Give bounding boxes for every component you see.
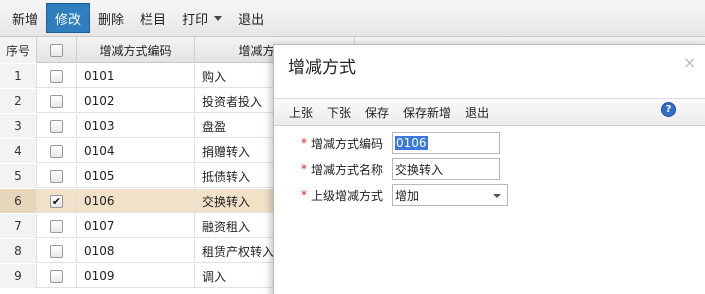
row-checkbox-cell — [37, 114, 77, 138]
dialog-toolbar: 上张 下张 保存 保存新增 退出 — [274, 98, 705, 126]
row-code: 0101 — [77, 64, 195, 88]
print-button[interactable]: 打印 — [174, 3, 230, 33]
parent-label: 上级增减方式 — [311, 188, 384, 203]
code-row: * 增减方式编码 0106 — [274, 132, 500, 154]
name-row: * 增减方式名称 交换转入 — [274, 158, 500, 180]
row-code: 0104 — [77, 139, 195, 163]
parent-value: 增加 — [395, 188, 420, 203]
row-checkbox[interactable]: ✔ — [50, 194, 63, 208]
row-code: 0107 — [77, 214, 195, 238]
prev-record-button[interactable]: 上张 — [282, 104, 320, 121]
exit-button[interactable]: 退出 — [230, 3, 272, 33]
row-checkbox-cell: ✔ — [37, 189, 77, 213]
row-index: 4 — [0, 139, 37, 163]
edit-dialog: 增减方式 × 上张 下张 保存 保存新增 退出 ? * 增减方式编码 0106 … — [273, 44, 705, 294]
save-button[interactable]: 保存 — [358, 104, 396, 121]
row-checkbox-cell — [37, 264, 77, 288]
parent-select[interactable]: 增加 — [392, 184, 508, 206]
row-checkbox-cell — [37, 164, 77, 188]
row-checkbox[interactable] — [50, 219, 63, 233]
row-checkbox-cell — [37, 89, 77, 113]
add-button[interactable]: 新增 — [4, 3, 46, 33]
print-label: 打印 — [182, 12, 209, 28]
row-checkbox[interactable] — [50, 269, 63, 283]
required-mark: * — [301, 162, 307, 176]
required-mark: * — [301, 188, 307, 202]
chevron-down-icon — [214, 15, 223, 21]
row-checkbox[interactable] — [50, 244, 63, 258]
row-index: 8 — [0, 239, 37, 263]
row-code: 0103 — [77, 114, 195, 138]
name-value: 交换转入 — [395, 162, 444, 177]
code-label: 增减方式编码 — [311, 136, 384, 151]
select-all-checkbox[interactable] — [50, 43, 63, 57]
row-checkbox-cell — [37, 239, 77, 263]
parent-row: * 上级增减方式 增加 — [274, 184, 508, 206]
row-index: 3 — [0, 114, 37, 138]
required-mark: * — [301, 136, 307, 150]
row-checkbox[interactable] — [50, 119, 63, 133]
code-field[interactable]: 0106 — [392, 132, 500, 154]
row-code: 0108 — [77, 239, 195, 263]
row-index: 2 — [0, 89, 37, 113]
close-icon[interactable]: × — [683, 53, 696, 72]
name-field[interactable]: 交换转入 — [392, 158, 500, 180]
row-code: 0109 — [77, 264, 195, 288]
dialog-title: 增减方式 — [288, 58, 356, 78]
row-index: 7 — [0, 214, 37, 238]
columns-button[interactable]: 栏目 — [132, 3, 174, 33]
row-index: 6 — [0, 189, 37, 213]
chevron-down-icon — [493, 194, 501, 198]
row-index: 1 — [0, 64, 37, 88]
row-code: 0105 — [77, 164, 195, 188]
main-toolbar: 新增 修改 删除 栏目 打印 退出 — [0, 0, 705, 37]
row-checkbox-cell — [37, 64, 77, 88]
header-select-all — [37, 37, 77, 63]
code-value: 0106 — [395, 136, 428, 150]
edit-button[interactable]: 修改 — [46, 3, 91, 33]
header-index: 序号 — [0, 37, 37, 63]
row-code: 0106 — [77, 189, 195, 213]
row-code: 0102 — [77, 89, 195, 113]
row-checkbox[interactable] — [50, 169, 63, 183]
row-checkbox-cell — [37, 139, 77, 163]
name-label: 增减方式名称 — [311, 162, 384, 177]
row-index: 9 — [0, 264, 37, 288]
row-index: 5 — [0, 164, 37, 188]
help-icon[interactable]: ? — [661, 102, 676, 117]
save-and-new-button[interactable]: 保存新增 — [396, 104, 458, 121]
header-code[interactable]: 增减方式编码 — [77, 37, 195, 63]
delete-button[interactable]: 删除 — [90, 3, 132, 33]
row-checkbox[interactable] — [50, 144, 63, 158]
next-record-button[interactable]: 下张 — [320, 104, 358, 121]
row-checkbox[interactable] — [50, 69, 63, 83]
dialog-exit-button[interactable]: 退出 — [458, 104, 496, 121]
row-checkbox[interactable] — [50, 94, 63, 108]
row-checkbox-cell — [37, 214, 77, 238]
